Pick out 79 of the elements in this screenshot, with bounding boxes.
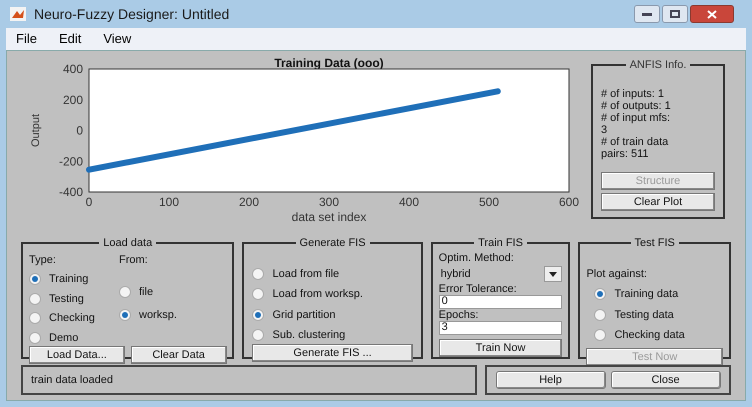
close-button[interactable] [690, 5, 734, 23]
radio-label: Training [49, 272, 88, 287]
axis-label: Output [30, 114, 42, 148]
tick-label: 100 [158, 195, 180, 209]
panel-title: Train FIS [477, 236, 524, 251]
tick-label: 200 [238, 195, 260, 209]
tick-label: 0 [86, 195, 92, 209]
menu-item[interactable]: Edit [58, 29, 82, 49]
radio-button[interactable] [594, 329, 606, 342]
panel-title: ANFIS Info. [628, 58, 688, 73]
field-label: Epochs: [438, 308, 480, 320]
info-text: # of outputs: 1 [601, 100, 672, 112]
field-label: Type: [29, 252, 57, 268]
radio-label: Load from worksp. [272, 287, 363, 302]
radio-label: Training data [614, 287, 678, 302]
status-text: train data loaded [31, 372, 113, 388]
app-icon [10, 7, 26, 21]
tick-label: 600 [558, 195, 580, 209]
radio-label: file [139, 285, 154, 300]
method-dropdown[interactable]: hybrid [438, 266, 562, 282]
input-field[interactable]: 0 [438, 294, 562, 308]
radio-button[interactable] [252, 268, 264, 280]
menu-item[interactable]: View [103, 29, 132, 49]
maximize-button[interactable] [662, 5, 688, 23]
info-text: # of inputs: 1 [601, 88, 665, 100]
field-label: Optim. Method: [438, 252, 515, 264]
field-label: Error Tolerance: [438, 282, 518, 294]
radio-button[interactable] [119, 286, 131, 298]
panel-title: Generate FIS [298, 236, 367, 251]
info-text: # of train data [601, 136, 670, 148]
button[interactable]: Help [496, 371, 606, 389]
tick-label: -400 [58, 185, 83, 199]
tick-label: -200 [58, 154, 83, 168]
radio-button[interactable] [29, 273, 41, 286]
input-field[interactable]: 3 [438, 320, 562, 334]
tick-label: 200 [62, 92, 83, 107]
button[interactable]: Close [610, 371, 720, 389]
tick-label: 400 [62, 62, 83, 76]
tick-label: 0 [76, 124, 83, 138]
chart-title: Training Data (ooo) [274, 57, 384, 70]
tick-label: 400 [398, 195, 420, 209]
radio-button[interactable] [29, 312, 41, 324]
minimize-button[interactable] [634, 5, 660, 23]
radio-label: Demo [49, 330, 78, 346]
dropdown-arrow-icon [549, 272, 558, 276]
button[interactable]: Load Data... [29, 346, 125, 364]
button[interactable]: Train Now [438, 338, 562, 356]
tick-label: 300 [318, 195, 340, 209]
menu-item[interactable]: File [16, 29, 37, 49]
close-icon [707, 10, 717, 18]
radio-label: Testing [49, 292, 84, 306]
field-label: From: [119, 252, 149, 268]
radio-button[interactable] [29, 332, 41, 344]
panel-title: Load data [102, 236, 154, 251]
window-title: Neuro-Fuzzy Designer: Untitled [34, 4, 230, 24]
radio-button[interactable] [119, 308, 131, 321]
button[interactable]: Clear Plot [601, 193, 715, 211]
tick-label: 500 [478, 195, 500, 209]
info-text: # of input mfs: [601, 112, 672, 124]
panel-title: Test FIS [634, 236, 676, 251]
radio-button[interactable] [594, 308, 606, 321]
radio-button[interactable] [594, 288, 606, 300]
radio-label: Load from file [272, 266, 340, 282]
radio-label: Checking [49, 311, 95, 326]
radio-label: Grid partition [272, 308, 336, 322]
radio-label: Testing data [614, 308, 674, 322]
radio-label: Checking data [614, 328, 685, 343]
radio-button[interactable] [29, 292, 41, 305]
radio-button[interactable] [252, 308, 264, 321]
radio-label: worksp. [139, 308, 177, 322]
button[interactable]: Generate FIS ... [252, 344, 413, 362]
radio-label: Sub. clustering [272, 328, 346, 343]
info-text: 3 [601, 124, 608, 136]
field-label: Plot against: [586, 266, 648, 282]
axis-label: data set index [292, 210, 366, 224]
radio-button[interactable] [252, 329, 264, 342]
button[interactable]: Clear Data [130, 346, 226, 364]
radio-button[interactable] [252, 288, 264, 300]
info-text: pairs: 511 [601, 148, 650, 160]
